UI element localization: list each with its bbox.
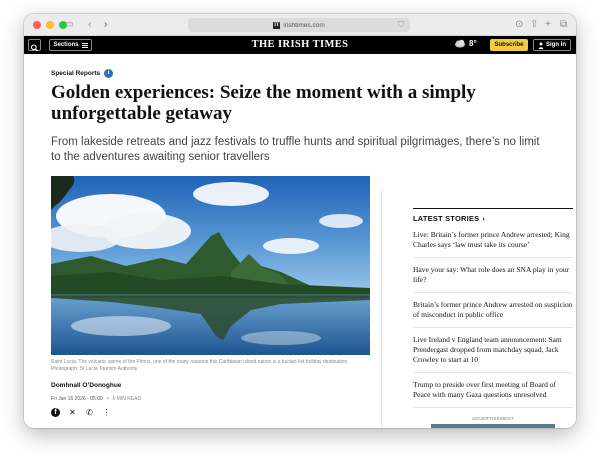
- article-meta: Fri Jan 16 2026 - 05:00 • 6 MIN READ: [51, 396, 141, 402]
- temperature: 8°: [469, 39, 477, 48]
- story-item[interactable]: Live Ireland v England team announcement…: [413, 328, 573, 373]
- browser-toolbar: ▭ ‹ › IT irishtimes.com ⛉ ⊙ ⇧ + ⧉: [24, 14, 576, 36]
- story-item[interactable]: Have your say: What role does an SNA pla…: [413, 258, 573, 293]
- sign-in-label: Sign In: [546, 42, 566, 48]
- minimize-window-button[interactable]: [46, 21, 54, 29]
- author-byline[interactable]: Domhnall O’Donoghue: [51, 382, 121, 389]
- subscribe-button[interactable]: Subscribe: [490, 39, 528, 51]
- story-item[interactable]: Britain’s former prince Andrew arrested …: [413, 293, 573, 328]
- user-icon: [538, 42, 544, 49]
- advertisement-banner[interactable]: [431, 424, 555, 428]
- article-headline: Golden experiences: Seize the moment wit…: [51, 82, 476, 124]
- sign-in-button[interactable]: Sign In: [533, 39, 571, 51]
- new-tab-icon[interactable]: +: [545, 18, 551, 32]
- sidebar-toggle-icon[interactable]: ▭: [64, 18, 73, 32]
- window-controls: [33, 21, 67, 29]
- image-caption: Saint Lucia: The volcanic spires of the …: [51, 359, 349, 372]
- cloud-icon: [455, 39, 465, 48]
- publish-date: Fri Jan 16 2026 - 05:00: [51, 396, 103, 402]
- more-icon[interactable]: ⋮: [102, 408, 111, 417]
- chevron-right-icon: ›: [482, 214, 485, 223]
- facebook-icon[interactable]: f: [51, 408, 60, 417]
- latest-stories-heading[interactable]: LATEST STORIES ›: [413, 208, 573, 223]
- back-icon[interactable]: ‹: [88, 18, 91, 32]
- meta-separator: •: [106, 396, 109, 402]
- x-icon[interactable]: ✕: [68, 408, 77, 417]
- url-text: irishtimes.com: [283, 21, 325, 29]
- hero-image[interactable]: [51, 176, 370, 355]
- close-window-button[interactable]: [33, 21, 41, 29]
- story-item[interactable]: Live: Britain’s former prince Andrew arr…: [413, 223, 573, 258]
- article-kicker: Special Reports i: [51, 69, 114, 78]
- share-browser-icon[interactable]: ⇧: [530, 18, 538, 32]
- latest-stories-sidebar: LATEST STORIES › Live: Britain’s former …: [413, 208, 573, 428]
- advertisement-label: ADVERTISEMENT: [471, 416, 515, 421]
- article-standfirst: From lakeside retreats and jazz festival…: [51, 136, 540, 163]
- address-bar[interactable]: IT irishtimes.com ⛉: [188, 18, 410, 32]
- share-bar: f ✕ ✆ ⋮: [51, 408, 111, 417]
- site-favicon-icon: IT: [273, 21, 281, 29]
- read-time: 6 MIN READ: [112, 396, 142, 402]
- browser-window: ▭ ‹ › IT irishtimes.com ⛉ ⊙ ⇧ + ⧉ Sectio…: [24, 14, 576, 428]
- forward-icon[interactable]: ›: [104, 18, 107, 32]
- latest-stories-label: LATEST STORIES: [413, 214, 480, 223]
- whatsapp-icon[interactable]: ✆: [85, 408, 94, 417]
- kicker-label[interactable]: Special Reports: [51, 70, 100, 77]
- weather-widget[interactable]: 8°: [454, 39, 477, 48]
- privacy-shield-icon[interactable]: ⛉: [398, 20, 404, 30]
- download-icon[interactable]: ⊙: [515, 18, 523, 32]
- column-divider: [381, 189, 382, 428]
- story-item[interactable]: Trump to preside over first meeting of B…: [413, 373, 573, 408]
- info-icon[interactable]: i: [104, 69, 114, 78]
- site-navbar: Sections THE IRISH TIMES 8° Subscribe Si…: [24, 36, 576, 54]
- tab-overview-icon[interactable]: ⧉: [560, 18, 567, 32]
- pitons-photo: [51, 176, 370, 355]
